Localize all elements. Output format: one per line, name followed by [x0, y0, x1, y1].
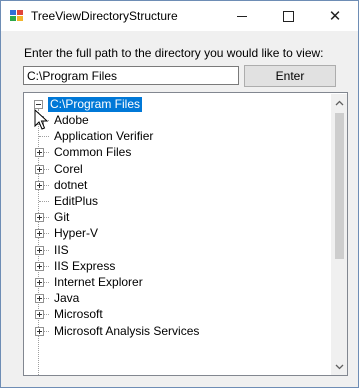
- maximize-button[interactable]: [265, 1, 311, 31]
- chevron-up-icon[interactable]: [331, 94, 347, 111]
- expand-icon[interactable]: [35, 294, 44, 304]
- tree-node-label[interactable]: IIS Express: [54, 259, 115, 274]
- expand-icon[interactable]: [35, 278, 44, 287]
- window-title: TreeViewDirectoryStructure: [31, 9, 178, 23]
- tree-node-label[interactable]: Adobe: [54, 113, 89, 128]
- tree-root-label[interactable]: C:\Program Files: [48, 97, 143, 112]
- chevron-down-icon[interactable]: [331, 358, 347, 375]
- enter-button[interactable]: Enter: [244, 65, 336, 87]
- expand-icon[interactable]: [35, 148, 44, 158]
- expand-icon[interactable]: [35, 310, 44, 320]
- tree-scrollbar[interactable]: [331, 94, 347, 375]
- tree-node-label[interactable]: EditPlus: [54, 194, 98, 209]
- tree-node-label[interactable]: Hyper-V: [54, 226, 98, 241]
- close-icon: ✕: [328, 8, 342, 25]
- tree-node-label[interactable]: Application Verifier: [54, 129, 153, 144]
- expand-icon[interactable]: [35, 213, 44, 223]
- mouse-cursor-icon: [34, 109, 49, 130]
- close-button[interactable]: ✕: [312, 1, 358, 31]
- expand-icon[interactable]: [35, 229, 44, 239]
- tree-connector-line: [39, 201, 49, 202]
- maximize-icon: [282, 10, 294, 22]
- tree-node-label[interactable]: Common Files: [54, 145, 131, 160]
- tree-node-label[interactable]: dotnet: [54, 178, 87, 193]
- forms-app-icon: [10, 10, 23, 21]
- tree-node-label[interactable]: Microsoft: [54, 307, 103, 322]
- minimize-button[interactable]: [219, 1, 265, 31]
- tree-node-label[interactable]: Microsoft Analysis Services: [54, 324, 199, 339]
- collapse-icon[interactable]: [34, 100, 43, 109]
- tree-node-label[interactable]: Internet Explorer: [54, 275, 143, 290]
- tree-node-label[interactable]: Git: [54, 210, 69, 225]
- minimize-icon: [237, 15, 247, 17]
- title-bar[interactable]: TreeViewDirectoryStructure ✕: [1, 1, 358, 31]
- directory-tree[interactable]: C:\Program Files Adobe Application Verifi…: [23, 92, 348, 376]
- expand-icon[interactable]: [35, 245, 44, 255]
- expand-icon[interactable]: [35, 164, 44, 174]
- expand-icon[interactable]: [35, 180, 44, 190]
- tree-connector-line: [39, 136, 49, 138]
- scrollbar-thumb[interactable]: [335, 113, 344, 259]
- tree-node-label[interactable]: Java: [54, 291, 79, 306]
- tree-node-label[interactable]: Corel: [54, 162, 83, 177]
- main-window: TreeViewDirectoryStructure ✕ Enter the f…: [0, 0, 359, 388]
- expand-icon[interactable]: [35, 326, 44, 336]
- tree-node-label[interactable]: IIS: [54, 243, 69, 258]
- path-input[interactable]: [23, 66, 239, 85]
- path-prompt-label: Enter the full path to the directory you…: [24, 46, 324, 60]
- expand-icon[interactable]: [35, 261, 44, 271]
